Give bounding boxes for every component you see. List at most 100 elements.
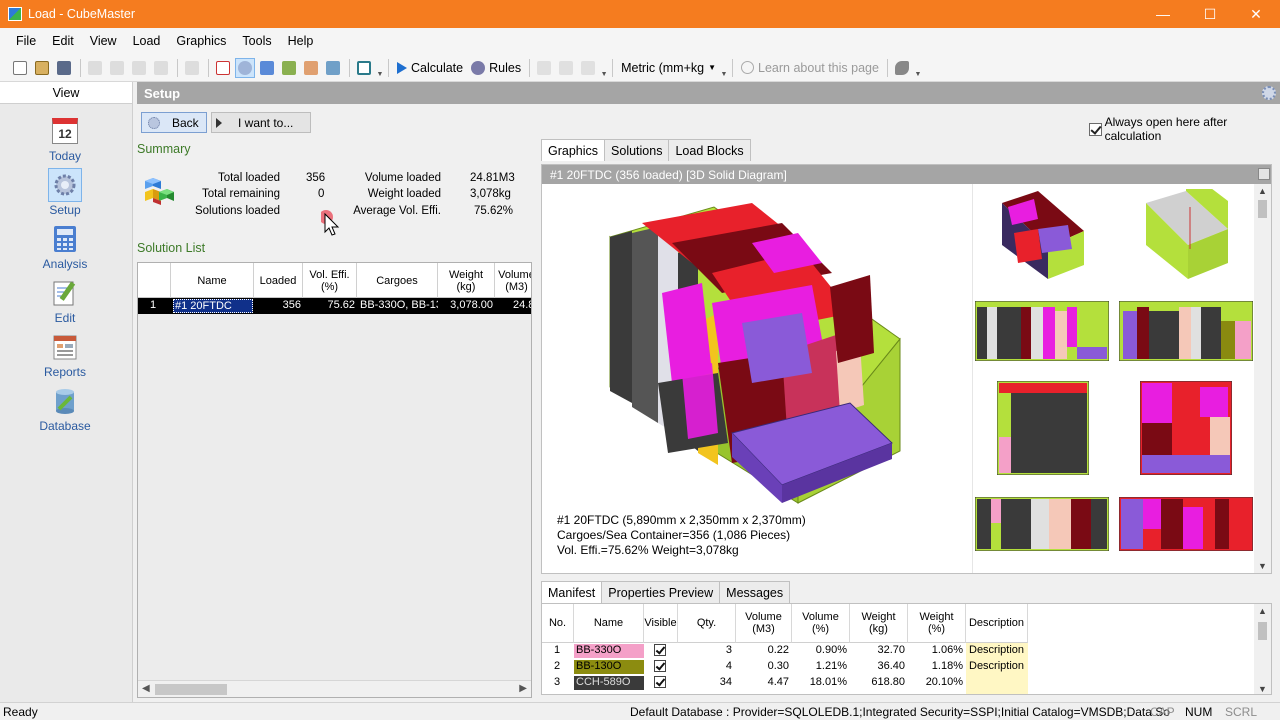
- always-open-checkbox[interactable]: Always open here after calculation: [1089, 115, 1280, 143]
- nav-today[interactable]: 12 Today: [0, 114, 130, 166]
- visible-checkbox[interactable]: [654, 644, 666, 656]
- toolbar-overflow[interactable]: ▼: [720, 58, 728, 78]
- toolbar-overflow[interactable]: ▼: [600, 58, 608, 78]
- rules-button[interactable]: Rules: [467, 57, 525, 79]
- horizontal-scrollbar[interactable]: ◀ ▶: [138, 680, 531, 697]
- open-button[interactable]: [32, 58, 52, 78]
- table-row[interactable]: 1 BB-330O 3 0.22 0.90% 32.70 1.06% Descr…: [542, 643, 1256, 659]
- container-3d-diagram[interactable]: [602, 203, 912, 513]
- manifest-header-weight[interactable]: Weight (kg): [850, 604, 908, 643]
- thumbnail-3d-view[interactable]: [998, 189, 1088, 281]
- visible-checkbox[interactable]: [654, 660, 666, 672]
- manifest-vertical-scrollbar[interactable]: ▲ ▼: [1254, 604, 1271, 694]
- column-header-vol-effi[interactable]: Vol. Effi. (%): [303, 263, 357, 298]
- edit-button[interactable]: [279, 58, 299, 78]
- manifest-header-visible[interactable]: Visible: [644, 604, 678, 643]
- tab-solutions[interactable]: Solutions: [604, 139, 670, 161]
- tab-messages[interactable]: Messages: [719, 581, 791, 603]
- toolbar-overflow[interactable]: ▼: [376, 58, 384, 78]
- manifest-header-qty[interactable]: Qty.: [678, 604, 736, 643]
- toolbar-overflow[interactable]: ▼: [914, 58, 922, 78]
- manifest-header-volume-m3[interactable]: Volume (M3): [736, 604, 792, 643]
- close-button[interactable]: ✕: [1233, 0, 1279, 28]
- tab-graphics[interactable]: Graphics: [541, 139, 606, 161]
- column-header-volume[interactable]: Volume (M3): [495, 263, 531, 298]
- scrollbar-thumb[interactable]: [1258, 622, 1267, 640]
- load-out-button[interactable]: [556, 58, 576, 78]
- database-button[interactable]: [323, 58, 343, 78]
- scroll-up-icon[interactable]: ▲: [1258, 606, 1267, 616]
- menu-tools[interactable]: Tools: [234, 34, 279, 48]
- today-button[interactable]: [213, 58, 233, 78]
- nav-database[interactable]: Database: [0, 384, 130, 436]
- scrollbar-thumb[interactable]: [1258, 200, 1267, 218]
- thumbnail-empty-container[interactable]: [1142, 189, 1232, 281]
- manifest-header-volume-pct[interactable]: Volume (%): [792, 604, 850, 643]
- thumbnail-top-view[interactable]: [975, 497, 1109, 551]
- back-button[interactable]: Back: [141, 112, 207, 133]
- copy-load-button[interactable]: [578, 58, 598, 78]
- manifest-header-weight-pct[interactable]: Weight (%): [908, 604, 966, 643]
- delete-button[interactable]: [107, 58, 127, 78]
- paste-button[interactable]: [151, 58, 171, 78]
- i-want-to-button[interactable]: I want to...: [211, 112, 311, 133]
- phone-button[interactable]: [892, 58, 912, 78]
- nav-setup[interactable]: Setup: [0, 168, 130, 220]
- menu-edit[interactable]: Edit: [44, 34, 82, 48]
- gear-icon[interactable]: [1262, 86, 1276, 100]
- tab-properties-preview[interactable]: Properties Preview: [601, 581, 721, 603]
- copy-button[interactable]: [129, 58, 149, 78]
- column-header-no[interactable]: [138, 263, 171, 298]
- total-remaining-value: 0: [318, 188, 325, 200]
- thumbnail-side-view[interactable]: [975, 301, 1109, 361]
- menu-file[interactable]: File: [8, 34, 44, 48]
- analysis-button[interactable]: [257, 58, 277, 78]
- calculator-icon: [48, 222, 82, 256]
- window-button[interactable]: [354, 58, 374, 78]
- menu-help[interactable]: Help: [280, 34, 322, 48]
- tab-load-blocks[interactable]: Load Blocks: [668, 139, 751, 161]
- scroll-down-icon[interactable]: ▼: [1258, 561, 1267, 571]
- table-row[interactable]: 2 BB-130O 4 0.30 1.21% 36.40 1.18% Descr…: [542, 659, 1256, 675]
- scroll-left-icon[interactable]: ◀: [142, 683, 150, 694]
- table-row[interactable]: 1 #1 20FTDC 356 75.62 BB-330O, BB-130 3,…: [138, 298, 531, 314]
- thumbnail-rear-view[interactable]: [1140, 381, 1232, 475]
- minimize-button[interactable]: —: [1140, 0, 1186, 28]
- nav-analysis[interactable]: Analysis: [0, 222, 130, 274]
- column-header-weight[interactable]: Weight (kg): [438, 263, 495, 298]
- scroll-right-icon[interactable]: ▶: [519, 683, 527, 694]
- manifest-header-no[interactable]: No.: [542, 604, 574, 643]
- thumbnail-front-view[interactable]: [997, 381, 1089, 475]
- scroll-down-icon[interactable]: ▼: [1258, 684, 1267, 694]
- thumbnail-bottom-view[interactable]: [1119, 497, 1253, 551]
- table-row[interactable]: 3 CCH-589O 34 4.47 18.01% 618.80 20.10%: [542, 675, 1256, 691]
- column-header-name[interactable]: Name: [171, 263, 254, 298]
- column-header-loaded[interactable]: Loaded: [254, 263, 303, 298]
- learn-about-page-button[interactable]: Learn about this page: [737, 57, 883, 79]
- scroll-up-icon[interactable]: ▲: [1258, 186, 1267, 196]
- setup-button[interactable]: [235, 57, 255, 78]
- reports-button[interactable]: [301, 58, 321, 78]
- tab-manifest[interactable]: Manifest: [541, 581, 603, 603]
- save-button[interactable]: [54, 58, 74, 78]
- menu-load[interactable]: Load: [125, 34, 169, 48]
- thumbnail-other-side-view[interactable]: [1119, 301, 1253, 361]
- nav-edit[interactable]: Edit: [0, 276, 130, 328]
- new-button[interactable]: [10, 58, 30, 78]
- load-up-button[interactable]: [534, 58, 554, 78]
- menu-graphics[interactable]: Graphics: [168, 34, 234, 48]
- manifest-header-description[interactable]: Description: [966, 604, 1028, 643]
- scrollbar-thumb[interactable]: [155, 684, 227, 695]
- nav-reports[interactable]: Reports: [0, 330, 130, 382]
- visible-checkbox[interactable]: [654, 676, 666, 688]
- units-dropdown[interactable]: Metric (mm+kg ▼: [617, 58, 720, 78]
- graphics-vertical-scrollbar[interactable]: ▲ ▼: [1254, 184, 1271, 573]
- print-button[interactable]: [182, 58, 202, 78]
- manifest-header-name[interactable]: Name: [574, 604, 644, 643]
- menu-view[interactable]: View: [82, 34, 125, 48]
- close-icon[interactable]: [1258, 168, 1270, 180]
- maximize-button[interactable]: ☐: [1187, 0, 1233, 28]
- calculate-button[interactable]: Calculate: [393, 57, 467, 79]
- column-header-cargoes[interactable]: Cargoes: [357, 263, 438, 298]
- cut-button[interactable]: [85, 58, 105, 78]
